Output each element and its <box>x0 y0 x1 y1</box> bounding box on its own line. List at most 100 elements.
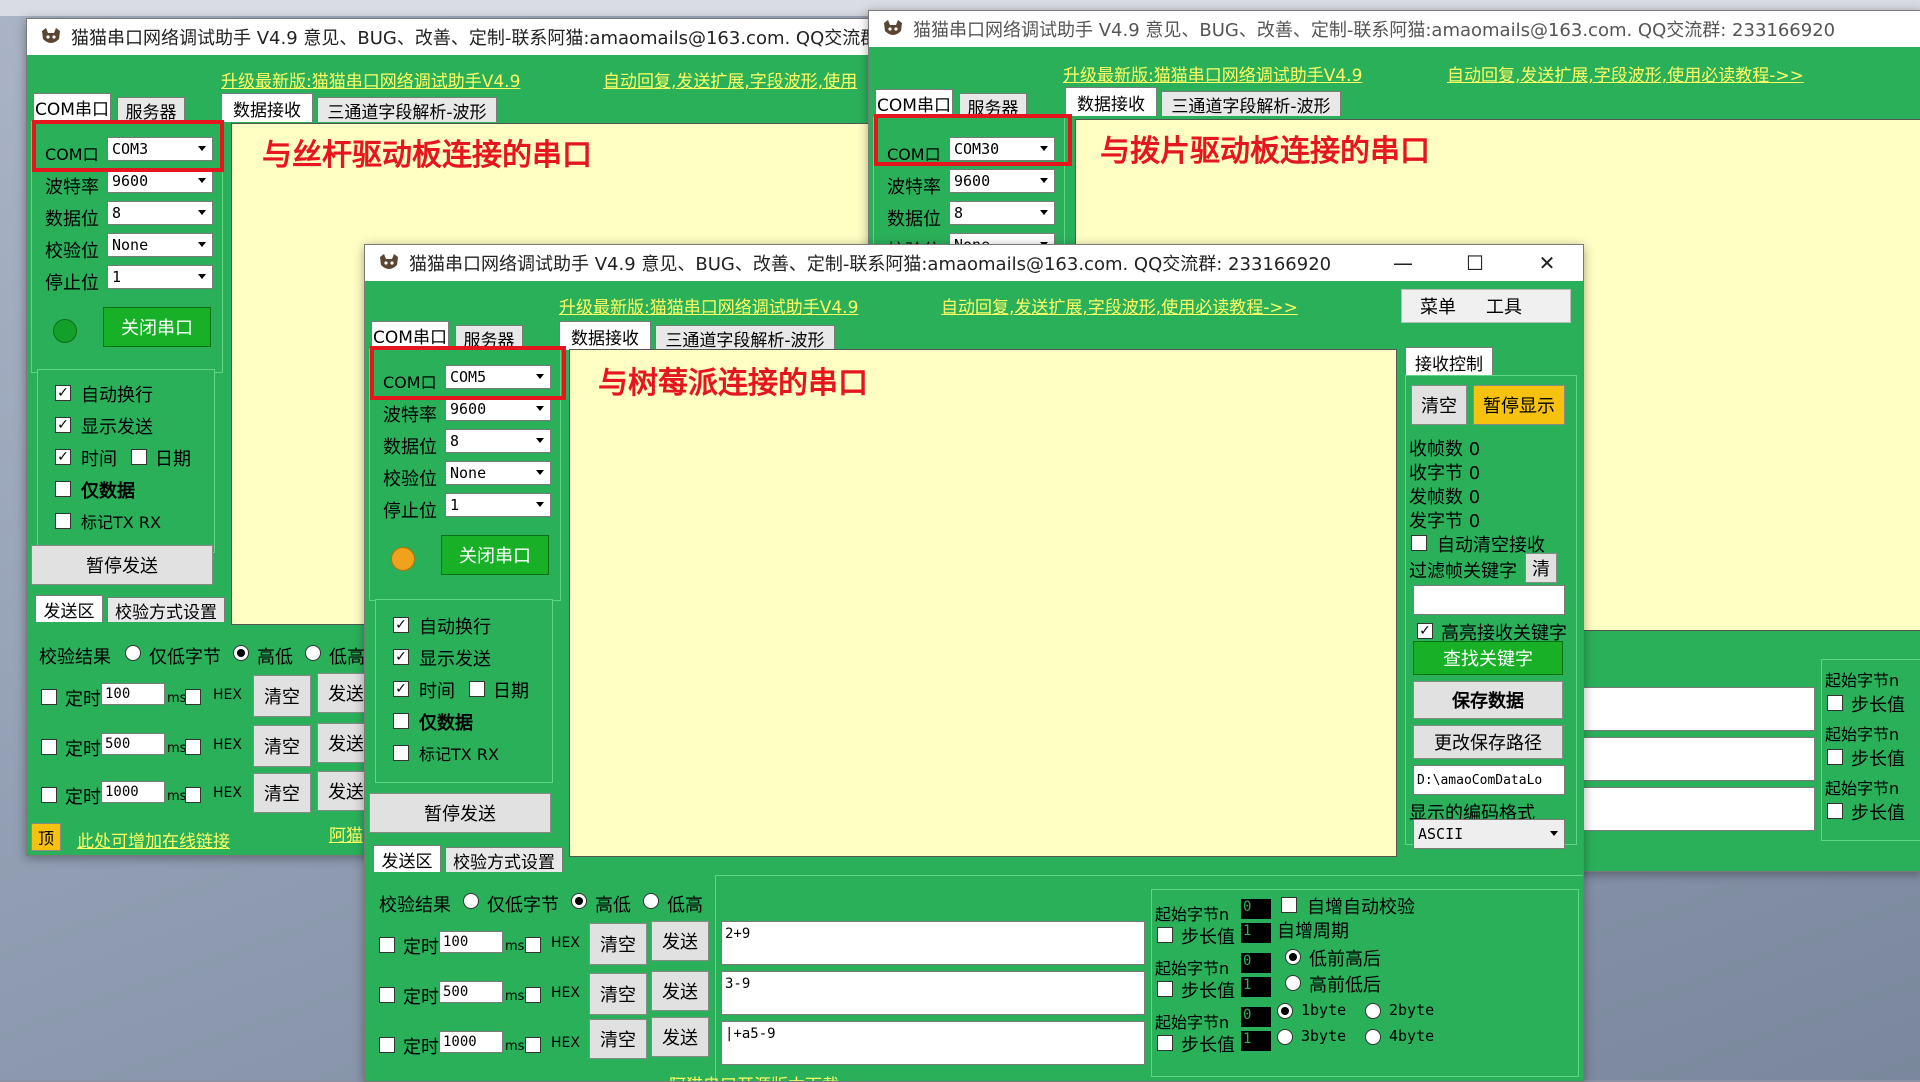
timer3-interval-input[interactable]: 1000 <box>101 781 165 803</box>
ext-step-checkbox[interactable] <box>1827 803 1843 819</box>
time-checkbox[interactable]: ✓ <box>55 449 71 465</box>
timer2-interval-input[interactable]: 500 <box>439 981 503 1003</box>
tab-three-channel[interactable]: 三通道字段解析-波形 <box>317 97 497 123</box>
timer2-checkbox[interactable] <box>379 987 395 1003</box>
show-send-checkbox[interactable]: ✓ <box>55 417 71 433</box>
ext-start-value[interactable]: 0 <box>1241 953 1271 973</box>
tab-com-serial[interactable]: COM串口 <box>875 89 953 116</box>
pause-display-button[interactable]: 暂停显示 <box>1473 385 1565 425</box>
tab-receive-control[interactable]: 接收控制 <box>1405 347 1493 376</box>
mark-txrx-checkbox[interactable] <box>55 513 71 529</box>
timer1-checkbox[interactable] <box>41 689 57 705</box>
ext-step-checkbox[interactable] <box>1827 695 1843 711</box>
timer3-checkbox[interactable] <box>41 787 57 803</box>
byte2-radio[interactable] <box>1365 1003 1381 1019</box>
byte4-radio[interactable] <box>1365 1029 1381 1045</box>
send-input-3[interactable]: |+a5-9 <box>721 1021 1145 1065</box>
timer3-clear-button[interactable]: 清空 <box>253 773 311 813</box>
highlight-keyword-checkbox[interactable]: ✓ <box>1417 623 1433 639</box>
send-input-1[interactable] <box>1575 687 1815 731</box>
ext-step-value[interactable]: 1 <box>1241 977 1271 997</box>
send-input-1[interactable]: 2+9 <box>721 921 1145 965</box>
timer2-interval-input[interactable]: 500 <box>101 733 165 755</box>
filter-clear-button[interactable]: 清 <box>1525 553 1557 583</box>
timer3-interval-input[interactable]: 1000 <box>439 1031 503 1053</box>
tab-checksum-settings[interactable]: 校验方式设置 <box>445 847 563 873</box>
ext-step-checkbox[interactable] <box>1157 927 1173 943</box>
timer1-clear-button[interactable]: 清空 <box>589 923 647 965</box>
high-low-radio[interactable] <box>233 645 249 661</box>
timer2-send-button[interactable]: 发送 <box>651 971 709 1011</box>
tab-server[interactable]: 服务器 <box>117 97 185 123</box>
date-checkbox[interactable] <box>131 449 147 465</box>
auto-inc-checksum-checkbox[interactable] <box>1281 897 1297 913</box>
tab-checksum-settings[interactable]: 校验方式设置 <box>107 597 225 623</box>
pause-send-button[interactable]: 暂停发送 <box>369 793 551 833</box>
timer3-hex-checkbox[interactable] <box>525 1037 541 1053</box>
only-low-byte-radio[interactable] <box>463 893 479 909</box>
timer1-send-button[interactable]: 发送 <box>651 921 709 961</box>
timer1-interval-input[interactable]: 100 <box>439 931 503 953</box>
timer2-hex-checkbox[interactable] <box>185 739 201 755</box>
ext-step-checkbox[interactable] <box>1157 1035 1173 1051</box>
parity-select[interactable]: None <box>107 233 213 257</box>
timer3-send-button[interactable]: 发送 <box>651 1017 709 1057</box>
tab-send-area[interactable]: 发送区 <box>35 595 103 622</box>
auto-newline-checkbox[interactable]: ✓ <box>393 617 409 633</box>
link-update[interactable]: 升级最新版:猫猫串口网络调试助手V4.9 <box>1063 61 1362 86</box>
data-only-checkbox[interactable] <box>55 481 71 497</box>
tab-com-serial[interactable]: COM串口 <box>33 93 111 120</box>
tab-three-channel[interactable]: 三通道字段解析-波形 <box>655 325 835 351</box>
ext-start-value[interactable]: 0 <box>1241 899 1271 919</box>
pause-send-button[interactable]: 暂停发送 <box>31 545 213 585</box>
ext-step-checkbox[interactable] <box>1827 749 1843 765</box>
tab-com-serial[interactable]: COM串口 <box>371 321 449 348</box>
tab-data-receive[interactable]: 数据接收 <box>559 321 651 350</box>
byte1-radio[interactable] <box>1277 1003 1293 1019</box>
change-save-path-button[interactable]: 更改保存路径 <box>1413 725 1563 759</box>
low-high-radio[interactable] <box>305 645 321 661</box>
link-tutorial[interactable]: 自动回复,发送扩展,字段波形,使用必读教程->> <box>941 293 1298 318</box>
timer2-clear-button[interactable]: 清空 <box>589 973 647 1015</box>
opensource-link[interactable]: 阿猫串口开源版本下载 <box>669 1071 839 1081</box>
minimize-icon[interactable]: — <box>1367 245 1439 281</box>
receive-display[interactable] <box>569 349 1397 857</box>
timer2-hex-checkbox[interactable] <box>525 987 541 1003</box>
byte3-radio[interactable] <box>1277 1029 1293 1045</box>
amao-link[interactable]: 阿猫 <box>329 821 363 846</box>
close-icon[interactable]: ✕ <box>1511 245 1583 281</box>
link-update[interactable]: 升级最新版:猫猫串口网络调试助手V4.9 <box>559 293 858 318</box>
save-path-input[interactable]: D:\amaoComDataLo <box>1413 765 1565 795</box>
timer3-hex-checkbox[interactable] <box>185 787 201 803</box>
find-keyword-button[interactable]: 查找关键字 <box>1413 641 1563 675</box>
high-first-radio[interactable] <box>1285 975 1301 991</box>
clear-receive-button[interactable]: 清空 <box>1411 385 1467 425</box>
menu-button[interactable]: 菜单 <box>1420 293 1456 319</box>
timer1-checkbox[interactable] <box>379 937 395 953</box>
send-input-3[interactable] <box>1575 787 1815 831</box>
tab-data-receive[interactable]: 数据接收 <box>1065 87 1157 116</box>
timer1-hex-checkbox[interactable] <box>185 689 201 705</box>
ext-step-value[interactable]: 1 <box>1241 1031 1271 1051</box>
low-high-radio[interactable] <box>643 893 659 909</box>
parity-select[interactable]: None <box>445 461 551 485</box>
only-low-byte-radio[interactable] <box>125 645 141 661</box>
save-data-button[interactable]: 保存数据 <box>1413 681 1563 719</box>
encoding-select[interactable]: ASCII <box>1413 819 1565 849</box>
data-only-checkbox[interactable] <box>393 713 409 729</box>
stopbits-select[interactable]: 1 <box>445 493 551 517</box>
send-input-2[interactable]: 3-9 <box>721 971 1145 1015</box>
timer2-checkbox[interactable] <box>41 739 57 755</box>
timer1-clear-button[interactable]: 清空 <box>253 675 311 717</box>
date-checkbox[interactable] <box>469 681 485 697</box>
tab-send-area[interactable]: 发送区 <box>373 845 441 872</box>
maximize-icon[interactable]: ☐ <box>1439 245 1511 281</box>
databits-select[interactable]: 8 <box>107 201 213 225</box>
ext-start-value[interactable]: 0 <box>1241 1007 1271 1027</box>
window-right-titlebar[interactable]: 猫猫串口网络调试助手 V4.9 意见、BUG、改善、定制-联系阿猫:amaoma… <box>869 11 1920 47</box>
baud-select[interactable]: 9600 <box>949 169 1055 193</box>
close-port-button[interactable]: 关闭串口 <box>103 307 211 347</box>
baud-select[interactable]: 9600 <box>445 397 551 421</box>
timer1-interval-input[interactable]: 100 <box>101 683 165 705</box>
auto-newline-checkbox[interactable]: ✓ <box>55 385 71 401</box>
